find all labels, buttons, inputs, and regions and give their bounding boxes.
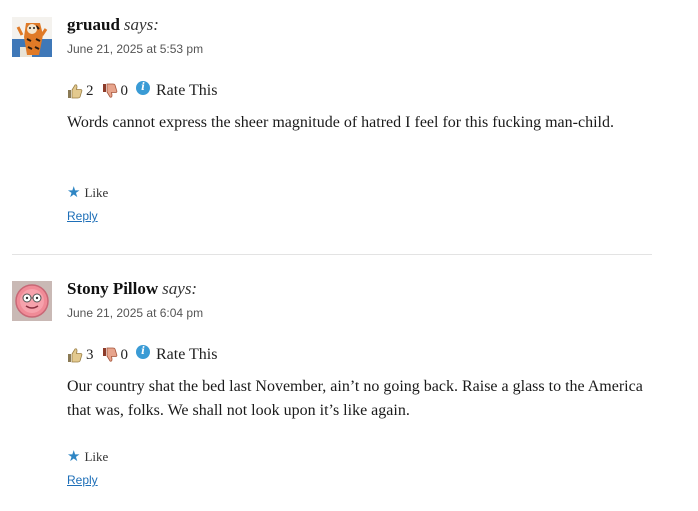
rating-bar: 2 0 i Rate This bbox=[67, 81, 217, 101]
avatar[interactable] bbox=[12, 281, 52, 321]
rate-this-link[interactable]: Rate This bbox=[156, 346, 217, 364]
comment-text: Words cannot express the sheer magnitude… bbox=[67, 114, 614, 131]
thumbs-up-icon[interactable] bbox=[67, 347, 83, 363]
comment-date[interactable]: June 21, 2025 at 6:04 pm bbox=[67, 306, 203, 320]
thumbs-up-count: 2 bbox=[86, 82, 94, 99]
avatar[interactable] bbox=[12, 17, 52, 57]
like-button[interactable]: ★ Like bbox=[67, 185, 108, 201]
comment-divider bbox=[12, 254, 652, 255]
star-icon: ★ bbox=[67, 184, 81, 201]
info-icon[interactable]: i bbox=[136, 345, 150, 359]
comment-author-line: gruaud says: bbox=[67, 15, 159, 35]
comment-text: Our country shat the bed last November, … bbox=[67, 378, 643, 419]
says-label: says: bbox=[162, 279, 198, 298]
avatar-cartoon-tiger-icon bbox=[12, 17, 52, 57]
info-icon[interactable]: i bbox=[136, 81, 150, 95]
thumbs-down-count: 0 bbox=[120, 346, 129, 363]
like-label: Like bbox=[84, 185, 109, 200]
like-button[interactable]: ★ Like bbox=[67, 449, 108, 465]
thumbs-down-icon[interactable] bbox=[102, 83, 118, 99]
thumbs-up-icon[interactable] bbox=[67, 83, 83, 99]
comment-date[interactable]: June 21, 2025 at 5:53 pm bbox=[67, 42, 203, 56]
rating-bar: 3 0 i Rate This bbox=[67, 345, 217, 365]
reply-link[interactable]: Reply bbox=[67, 209, 98, 223]
thumbs-down-icon[interactable] bbox=[102, 347, 118, 363]
rate-this-link[interactable]: Rate This bbox=[156, 82, 217, 100]
comment-author-line: Stony Pillow says: bbox=[67, 279, 197, 299]
like-label: Like bbox=[84, 449, 109, 464]
comment-author[interactable]: gruaud bbox=[67, 15, 120, 34]
says-label: says: bbox=[123, 15, 159, 34]
thumbs-up-count: 3 bbox=[86, 346, 94, 363]
reply-link[interactable]: Reply bbox=[67, 473, 98, 487]
star-icon: ★ bbox=[67, 448, 81, 465]
thumbs-down-count: 0 bbox=[120, 82, 129, 99]
avatar-pink-face-icon bbox=[12, 281, 52, 321]
comment-author[interactable]: Stony Pillow bbox=[67, 279, 158, 298]
